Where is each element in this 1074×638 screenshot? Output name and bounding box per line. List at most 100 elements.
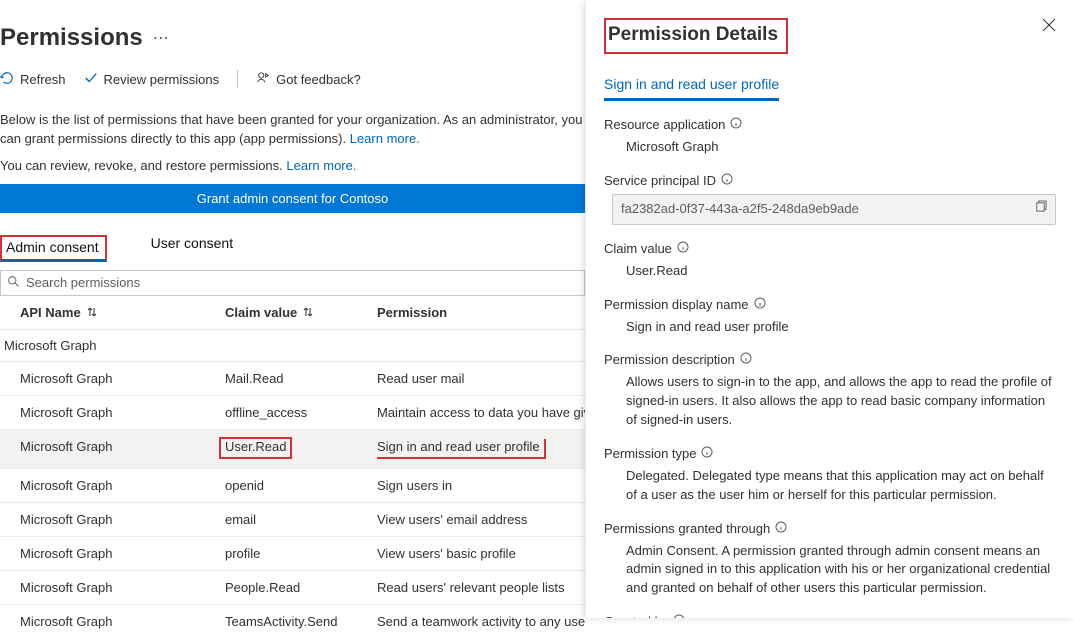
header-permission[interactable]: Permission [377,305,585,320]
header-claim-value[interactable]: Claim value [225,305,377,320]
info-icon[interactable] [673,614,685,618]
cell-claim-value: openid [225,478,377,493]
table-row[interactable]: Microsoft GraphopenidSign users in [0,468,585,502]
cell-permission: Sign users in [377,478,585,493]
value-description: Allows users to sign-in to the app, and … [626,373,1056,430]
highlighted-claim: User.Read [219,437,292,459]
cell-claim-value: People.Read [225,580,377,595]
table-row[interactable]: Microsoft GraphMail.ReadRead user mail [0,361,585,395]
info-icon[interactable] [775,521,787,536]
table-header-row: API Name Claim value Permission [0,296,585,330]
sort-icon [303,305,313,320]
description-1: Below is the list of permissions that ha… [0,111,585,149]
cell-api-name: Microsoft Graph [20,439,225,459]
value-type: Delegated. Delegated type means that thi… [626,467,1056,505]
label-claim: Claim value [604,241,672,256]
tabs: Admin consent User consent [0,235,585,262]
field-granted-through: Permissions granted through Admin Consen… [604,521,1056,599]
field-service-principal-id: Service principal ID fa2382ad-0f37-443a-… [604,173,1056,225]
panel-subtitle: Sign in and read user profile [604,76,779,101]
cell-permission: Maintain access to data you have given i… [377,405,585,420]
field-permission-type: Permission type Delegated. Delegated typ… [604,446,1056,505]
divider [237,70,238,88]
tab-user-consent[interactable]: User consent [151,235,233,262]
value-sp-id: fa2382ad-0f37-443a-a2f5-248da9eb9ade [612,194,1056,225]
desc1-text: Below is the list of permissions that ha… [0,112,582,146]
cell-api-name: Microsoft Graph [20,614,225,629]
cell-permission: Sign in and read user profile [377,439,585,459]
label-type: Permission type [604,446,696,461]
label-resource-app: Resource application [604,117,725,132]
value-granted-through: Admin Consent. A permission granted thro… [626,542,1056,599]
table-row[interactable]: Microsoft Graphoffline_accessMaintain ac… [0,395,585,429]
label-display-name: Permission display name [604,297,749,312]
review-label: Review permissions [104,72,220,87]
grant-admin-consent-button[interactable]: Grant admin consent for Contoso [0,184,585,213]
table-row[interactable]: Microsoft GraphemailView users' email ad… [0,502,585,536]
highlighted-permission: Sign in and read user profile [377,439,546,459]
cell-claim-value: User.Read [225,439,377,459]
info-icon[interactable] [740,352,752,367]
panel-header: Permission Details [604,18,1056,54]
more-icon[interactable]: ⋯ [153,28,169,48]
table-body: Microsoft GraphMail.ReadRead user mailMi… [0,361,585,638]
refresh-button[interactable]: Refresh [0,71,66,88]
cell-claim-value: TeamsActivity.Send [225,614,377,629]
feedback-label: Got feedback? [276,72,361,87]
cell-permission: Read user mail [377,371,585,386]
field-display-name: Permission display name Sign in and read… [604,297,1056,337]
label-granted-through: Permissions granted through [604,521,770,536]
refresh-label: Refresh [20,72,66,87]
cell-api-name: Microsoft Graph [20,580,225,595]
info-icon[interactable] [754,297,766,312]
close-icon[interactable] [1042,18,1056,35]
info-icon[interactable] [701,446,713,461]
learn-more-link-1[interactable]: Learn more. [350,131,420,146]
header-claim-label: Claim value [225,305,297,320]
header-api-name[interactable]: API Name [20,305,225,320]
refresh-icon [0,71,14,88]
cell-permission: View users' email address [377,512,585,527]
cell-claim-value: email [225,512,377,527]
cell-claim-value: offline_access [225,405,377,420]
tab-admin-consent[interactable]: Admin consent [0,235,107,262]
table-row[interactable]: Microsoft GraphPeople.ReadRead users' re… [0,570,585,604]
toolbar: Refresh Review permissions Got feedback? [0,64,585,103]
main-panel: Permissions ⋯ Refresh Review permissions… [0,0,585,618]
header-api-label: API Name [20,305,81,320]
search-permissions-input[interactable]: Search permissions [0,270,585,296]
panel-title: Permission Details [608,24,778,45]
table-row[interactable]: Microsoft GraphprofileView users' basic … [0,536,585,570]
value-claim: User.Read [626,262,1056,281]
feedback-icon [256,71,270,88]
cell-permission: View users' basic profile [377,546,585,561]
feedback-button[interactable]: Got feedback? [256,71,361,88]
cell-permission: Send a teamwork activity to any user [377,614,585,629]
table-row[interactable]: Microsoft GraphUser.ReadSign in and read… [0,429,585,468]
info-icon[interactable] [721,173,733,188]
sort-icon [87,305,97,320]
value-resource-app: Microsoft Graph [626,138,1056,157]
header-perm-label: Permission [377,305,447,320]
info-icon[interactable] [730,117,742,132]
table-row[interactable]: Microsoft GraphTeamsActivity.SendSend a … [0,604,585,638]
search-placeholder: Search permissions [26,275,140,290]
cell-claim-value: profile [225,546,377,561]
cell-claim-value: Mail.Read [225,371,377,386]
cell-api-name: Microsoft Graph [20,512,225,527]
field-granted-by: Granted by An administrator [604,614,1056,618]
cell-api-name: Microsoft Graph [20,478,225,493]
sp-id-text: fa2382ad-0f37-443a-a2f5-248da9eb9ade [621,200,859,219]
table-group: Microsoft Graph [0,330,585,361]
field-resource-application: Resource application Microsoft Graph [604,117,1056,157]
copy-icon[interactable] [1034,200,1047,219]
label-sp-id: Service principal ID [604,173,716,188]
learn-more-link-2[interactable]: Learn more. [286,158,356,173]
review-permissions-button[interactable]: Review permissions [84,71,220,88]
field-description: Permission description Allows users to s… [604,352,1056,430]
description-2: You can review, revoke, and restore perm… [0,157,585,176]
permission-details-panel: Permission Details Sign in and read user… [586,0,1074,618]
value-display-name: Sign in and read user profile [626,318,1056,337]
page-title-row: Permissions ⋯ [0,0,585,64]
info-icon[interactable] [677,241,689,256]
